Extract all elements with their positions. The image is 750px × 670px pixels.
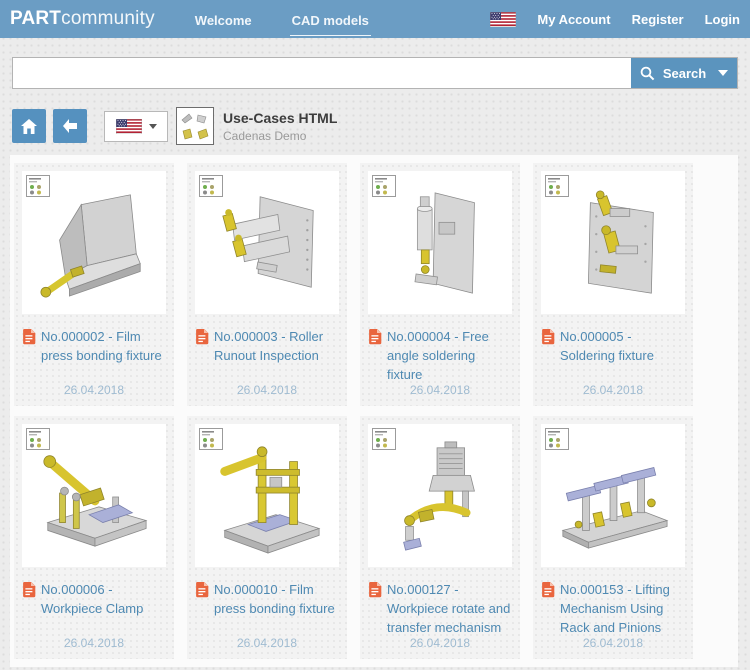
model-date: 26.04.2018	[236, 383, 298, 397]
document-icon	[195, 328, 209, 365]
login-link[interactable]: Login	[705, 12, 740, 27]
logo-bold-text: PART	[10, 8, 62, 29]
model-title: No.000010 - Film press bonding fixture	[214, 582, 335, 616]
model-link[interactable]: No.000005 - Soldering fixture	[541, 327, 685, 365]
cad-model-grid: No.000002 - Film press bonding fixture 2…	[14, 163, 738, 659]
cad-preview-roller-runout	[222, 195, 314, 288]
model-link[interactable]: No.000003 - Roller Runout Inspection	[195, 327, 339, 365]
catalog-badge-icon	[372, 175, 396, 197]
catalog-subtitle: Cadenas Demo	[223, 128, 307, 143]
chevron-down-icon[interactable]	[718, 70, 729, 76]
search-section: Search	[12, 57, 738, 89]
cad-preview-rotate-transfer-mechanism	[403, 441, 475, 551]
model-thumbnail[interactable]	[195, 424, 339, 567]
cad-model-card: No.000006 - Workpiece Clamp 26.04.2018	[14, 416, 174, 659]
results-container: No.000002 - Film press bonding fixture 2…	[10, 155, 738, 667]
cad-preview-film-press-frame	[220, 445, 321, 554]
model-date: 26.04.2018	[63, 636, 125, 650]
cad-model-card: No.000003 - Roller Runout Inspection 26.…	[187, 163, 347, 406]
model-title: No.000006 - Workpiece Clamp	[41, 582, 144, 616]
model-thumbnail[interactable]	[195, 171, 339, 314]
model-link[interactable]: No.000127 - Workpiece rotate and transfe…	[368, 580, 512, 637]
catalog-badge-icon	[372, 428, 396, 450]
document-icon	[541, 581, 555, 637]
document-icon	[368, 328, 382, 384]
nav-item-cad-models[interactable]: CAD models	[289, 2, 371, 36]
cad-preview-film-press-fixture	[40, 193, 141, 297]
model-title: No.000005 - Soldering fixture	[560, 329, 654, 363]
search-button[interactable]: Search	[631, 58, 737, 88]
model-thumbnail[interactable]	[368, 171, 512, 314]
cad-model-card: No.000010 - Film press bonding fixture 2…	[187, 416, 347, 659]
model-title: No.000127 - Workpiece rotate and transfe…	[387, 582, 511, 635]
cad-model-card: No.000127 - Workpiece rotate and transfe…	[360, 416, 520, 659]
model-date: 26.04.2018	[582, 383, 644, 397]
cad-model-card: No.000004 - Free angle soldering fixture…	[360, 163, 520, 406]
model-date: 26.04.2018	[582, 636, 644, 650]
home-icon	[21, 118, 37, 134]
catalog-badge-icon	[199, 175, 223, 197]
document-icon	[368, 581, 382, 637]
search-button-label: Search	[662, 65, 707, 81]
partcommunity-logo[interactable]: PARTcommunity	[10, 8, 155, 30]
chevron-down-icon	[148, 123, 157, 129]
nav-item-welcome[interactable]: Welcome	[193, 2, 254, 36]
model-thumbnail[interactable]	[22, 424, 166, 567]
model-link[interactable]: No.000004 - Free angle soldering fixture	[368, 327, 512, 384]
main-navigation: Welcome CAD models	[193, 2, 371, 36]
catalog-info: Use-Cases HTML Cadenas Demo	[223, 110, 337, 143]
catalog-badge-icon	[26, 175, 50, 197]
home-button[interactable]	[12, 109, 46, 143]
model-title: No.000003 - Roller Runout Inspection	[214, 329, 324, 363]
search-bar: Search	[12, 57, 738, 89]
model-thumbnail[interactable]	[541, 424, 685, 567]
document-icon	[22, 581, 36, 618]
model-thumbnail[interactable]	[368, 424, 512, 567]
logo-light-text: community	[61, 8, 155, 29]
us-flag-icon[interactable]	[490, 11, 517, 27]
model-title: No.000002 - Film press bonding fixture	[41, 329, 162, 363]
account-navigation: My Account Register Login	[490, 11, 740, 27]
model-date: 26.04.2018	[409, 636, 471, 650]
my-account-link[interactable]: My Account	[537, 12, 610, 27]
catalog-badge-icon	[545, 428, 569, 450]
cad-model-card: No.000002 - Film press bonding fixture 2…	[14, 163, 174, 406]
cad-preview-lifting-rack-pinions	[561, 466, 669, 549]
cad-preview-workpiece-clamp	[43, 454, 148, 547]
back-button[interactable]	[53, 109, 87, 143]
model-date: 26.04.2018	[236, 636, 298, 650]
model-thumbnail[interactable]	[22, 171, 166, 314]
register-link[interactable]: Register	[632, 12, 684, 27]
catalog-thumbnail	[176, 107, 214, 145]
document-icon	[195, 581, 209, 618]
cad-preview-soldering-fixture	[588, 189, 654, 294]
model-link[interactable]: No.000002 - Film press bonding fixture	[22, 327, 166, 365]
us-flag-icon	[115, 118, 142, 134]
cad-model-card: No.000005 - Soldering fixture 26.04.2018	[533, 163, 693, 406]
catalog-badge-icon	[26, 428, 50, 450]
catalog-badge-icon	[545, 175, 569, 197]
model-title: No.000153 - Lifting Mechanism Using Rack…	[560, 582, 670, 635]
top-header-bar: PARTcommunity Welcome CAD models My Acco…	[0, 0, 750, 38]
model-link[interactable]: No.000006 - Workpiece Clamp	[22, 580, 166, 618]
catalog-toolbar: Use-Cases HTML Cadenas Demo	[12, 107, 738, 145]
catalog-badge-icon	[199, 428, 223, 450]
search-input[interactable]	[13, 58, 631, 88]
language-selector[interactable]	[104, 110, 168, 142]
cad-preview-free-angle-soldering	[414, 191, 475, 294]
catalog-parts-icon	[181, 113, 209, 140]
model-date: 26.04.2018	[409, 383, 471, 397]
model-link[interactable]: No.000010 - Film press bonding fixture	[195, 580, 339, 618]
model-title: No.000004 - Free angle soldering fixture	[387, 329, 489, 382]
model-link[interactable]: No.000153 - Lifting Mechanism Using Rack…	[541, 580, 685, 637]
document-icon	[22, 328, 36, 365]
catalog-title: Use-Cases HTML	[223, 109, 338, 126]
arrow-left-icon	[63, 119, 77, 133]
model-date: 26.04.2018	[63, 383, 125, 397]
cad-model-card: No.000153 - Lifting Mechanism Using Rack…	[533, 416, 693, 659]
search-icon	[640, 66, 655, 80]
model-thumbnail[interactable]	[541, 171, 685, 314]
document-icon	[541, 328, 555, 365]
